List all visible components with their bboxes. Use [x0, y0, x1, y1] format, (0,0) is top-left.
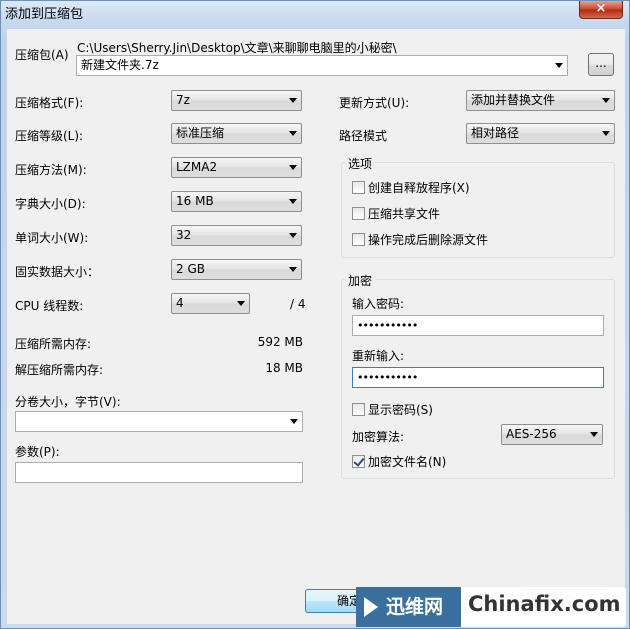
path-mode-value: 相对路径: [471, 126, 520, 140]
method-value: LZMA2: [176, 160, 218, 174]
threads-total: / 4: [290, 297, 306, 311]
dict-label: 字典大小(D):: [15, 197, 86, 211]
path-mode-label: 路径模式: [339, 129, 388, 143]
title-bar[interactable]: 添加到压缩包 ×: [1, 1, 629, 23]
word-label: 单词大小(W):: [15, 231, 89, 245]
chevron-down-icon: [289, 98, 297, 103]
threads-value: 4: [176, 296, 184, 310]
checkbox-box: [352, 455, 365, 468]
threads-select[interactable]: 4: [171, 293, 250, 314]
split-combo[interactable]: [15, 411, 303, 432]
sfx-label: 创建自释放程序(X): [368, 181, 470, 195]
format-select[interactable]: 7z: [171, 90, 302, 111]
sfx-checkbox[interactable]: 创建自释放程序(X): [352, 179, 470, 196]
solid-select[interactable]: 2 GB: [171, 259, 302, 280]
chevron-down-icon: [290, 419, 298, 424]
mem-comp-value: 592 MB: [257, 335, 303, 349]
watermark: 迅维网 Chinafix.com: [356, 587, 626, 627]
checkbox-box: [352, 181, 365, 194]
level-label: 压缩等级(L):: [15, 129, 84, 143]
chevron-down-icon: [289, 199, 297, 204]
password-input[interactable]: •••••••••••: [352, 315, 604, 336]
watermark-en: Chinafix.com: [468, 592, 621, 616]
dict-value: 16 MB: [176, 194, 214, 208]
path-mode-select[interactable]: 相对路径: [466, 123, 615, 144]
word-select[interactable]: 32: [171, 225, 302, 246]
mem-decomp-label: 解压缩所需内存:: [15, 363, 104, 377]
archive-name-combo[interactable]: 新建文件夹.7z: [76, 55, 568, 76]
browse-button[interactable]: ...: [588, 53, 614, 76]
dict-select[interactable]: 16 MB: [171, 191, 302, 212]
algorithm-value: AES-256: [506, 427, 557, 441]
show-password-checkbox[interactable]: 显示密码(S): [352, 401, 433, 418]
solid-label: 固实数据大小：: [15, 265, 100, 279]
encrypt-names-checkbox[interactable]: 加密文件名(N): [352, 453, 446, 470]
params-label: 参数(P):: [15, 445, 60, 459]
reenter-label: 重新输入:: [352, 349, 405, 363]
encryption-group-title: 加密: [345, 272, 376, 289]
split-label: 分卷大小，字节(V):: [15, 395, 121, 409]
checkbox-box: [352, 403, 365, 416]
archive-name-value: 新建文件夹.7z: [81, 58, 159, 72]
close-button[interactable]: ×: [579, 1, 623, 19]
update-select[interactable]: 添加并替换文件: [466, 90, 615, 111]
chevron-down-icon: [590, 432, 598, 437]
algorithm-select[interactable]: AES-256: [501, 424, 603, 445]
watermark-logo: 迅维网: [356, 587, 461, 627]
chevron-down-icon: [237, 301, 245, 306]
play-icon: [364, 597, 378, 617]
password-label: 输入密码:: [352, 297, 405, 311]
dialog-client: 压缩包(A) C:\Users\Sherry.Jin\Desktop\文章\来聊…: [7, 29, 625, 624]
delete-after-checkbox[interactable]: 操作完成后删除源文件: [352, 231, 488, 248]
chevron-down-icon: [289, 267, 297, 272]
format-label: 压缩格式(F):: [15, 96, 84, 110]
level-select[interactable]: 标准压缩: [171, 123, 302, 144]
chevron-down-icon: [555, 63, 563, 68]
chevron-down-icon: [289, 165, 297, 170]
method-select[interactable]: LZMA2: [171, 157, 302, 178]
chevron-down-icon: [602, 131, 610, 136]
window-title: 添加到压缩包: [5, 7, 84, 22]
show-password-label: 显示密码(S): [368, 403, 433, 417]
algorithm-label: 加密算法:: [352, 430, 405, 444]
mem-comp-label: 压缩所需内存:: [15, 337, 92, 351]
mem-decomp-value: 18 MB: [265, 361, 303, 375]
delete-after-label: 操作完成后删除源文件: [368, 233, 489, 247]
dialog-window: 添加到压缩包 × 压缩包(A) C:\Users\Sherry.Jin\Desk…: [0, 0, 630, 629]
chevron-down-icon: [289, 233, 297, 238]
options-group-title: 选项: [345, 155, 376, 172]
reenter-password-input[interactable]: •••••••••••: [352, 367, 604, 388]
chevron-down-icon: [289, 131, 297, 136]
format-value: 7z: [176, 93, 190, 107]
solid-value: 2 GB: [176, 262, 205, 276]
update-label: 更新方式(U):: [339, 96, 410, 110]
checkbox-box: [352, 207, 365, 220]
word-value: 32: [176, 228, 192, 242]
watermark-cn: 迅维网: [386, 596, 444, 618]
checkbox-box: [352, 233, 365, 246]
shared-files-checkbox[interactable]: 压缩共享文件: [352, 205, 440, 222]
shared-files-label: 压缩共享文件: [368, 207, 441, 221]
archive-label: 压缩包(A): [15, 48, 69, 62]
update-value: 添加并替换文件: [471, 93, 556, 107]
archive-path: C:\Users\Sherry.Jin\Desktop\文章\来聊聊电脑里的小秘…: [77, 41, 397, 55]
chevron-down-icon: [602, 98, 610, 103]
method-label: 压缩方法(M):: [15, 163, 87, 177]
encrypt-names-label: 加密文件名(N): [368, 455, 447, 469]
level-value: 标准压缩: [176, 126, 225, 140]
threads-label: CPU 线程数:: [15, 299, 84, 313]
params-input[interactable]: [15, 462, 303, 483]
